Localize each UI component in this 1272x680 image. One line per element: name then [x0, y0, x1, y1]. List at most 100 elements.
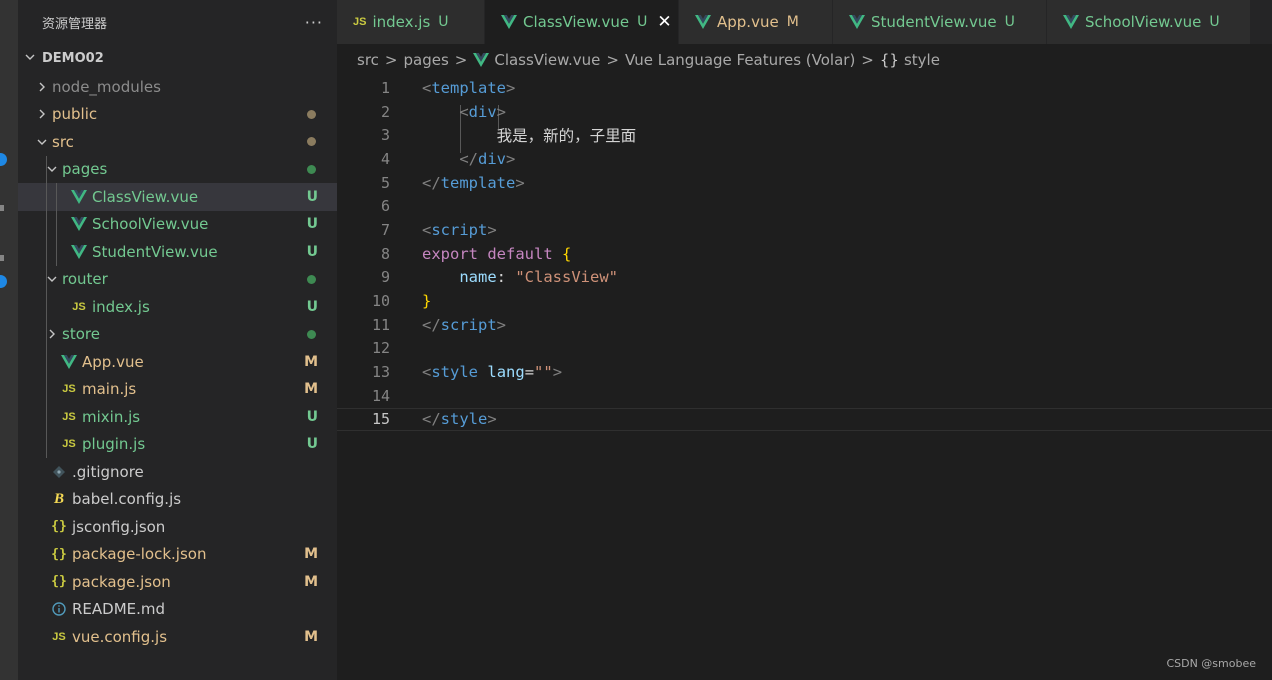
- code-token: :: [496, 268, 516, 287]
- code-token: <: [459, 102, 469, 121]
- activity-bar: [0, 0, 18, 680]
- tree-item-label: ClassView.vue: [92, 187, 199, 206]
- vue-file-icon: [501, 15, 517, 29]
- code-token: template: [431, 78, 506, 97]
- git-status-badge: U: [306, 436, 318, 453]
- tree-item[interactable]: {} jsconfig.json: [18, 513, 337, 541]
- tree-item[interactable]: SchoolView.vue U: [18, 211, 337, 239]
- code-line: 4 </div>: [337, 147, 1272, 171]
- line-number: 2: [380, 102, 390, 121]
- editor-tab[interactable]: StudentView.vue U: [833, 0, 1047, 44]
- git-status-badge: U: [306, 298, 318, 315]
- code-token: >: [496, 102, 507, 121]
- tree-item[interactable]: JS main.js M: [18, 376, 337, 404]
- editor-tabs: JS index.js U ClassView.vue U ✕ App.vue M Studen…: [337, 0, 1272, 44]
- tree-item[interactable]: App.vue M: [18, 348, 337, 376]
- tree-item[interactable]: JS mixin.js U: [18, 403, 337, 431]
- editor-tab[interactable]: App.vue M: [679, 0, 833, 44]
- tree-item[interactable]: JS index.js U: [18, 293, 337, 321]
- editor-tab[interactable]: SchoolView.vue U: [1047, 0, 1251, 44]
- breadcrumb: src > pages > ClassView.vue > Vue Langua…: [337, 44, 1272, 76]
- line-number: 13: [371, 363, 390, 382]
- code-token: <: [422, 363, 432, 382]
- breadcrumb-style[interactable]: style: [904, 51, 940, 69]
- git-status-dot: [307, 274, 316, 284]
- tree-item[interactable]: node_modules: [18, 73, 337, 101]
- breadcrumb-file[interactable]: ClassView.vue: [494, 51, 600, 69]
- code-line: 11 </script>: [337, 313, 1272, 337]
- git-status-badge: U: [306, 188, 318, 205]
- code-line: 1 <template>: [337, 76, 1272, 100]
- code-text: </div>: [422, 150, 515, 168]
- indent-guide: [46, 155, 47, 458]
- tree-item[interactable]: store: [18, 321, 337, 349]
- code-text: <script>: [422, 221, 497, 239]
- tree-item-label: public: [52, 105, 98, 124]
- activity-icon[interactable]: [0, 255, 4, 261]
- notification-badge[interactable]: [0, 153, 7, 166]
- code-token: <: [422, 78, 432, 97]
- workspace-root[interactable]: DEMO02: [18, 44, 337, 73]
- code-editor[interactable]: 1 <template> 2 <div> 3 我是，新的，子里面 4 </div> 5 </…: [337, 76, 1272, 432]
- breadcrumb-separator: >: [454, 51, 468, 69]
- vue-file-icon: [70, 189, 88, 204]
- tree-item[interactable]: router: [18, 266, 337, 294]
- code-line: 5 </template>: [337, 171, 1272, 195]
- code-token: </: [422, 315, 441, 334]
- code-token: div: [478, 149, 506, 168]
- indent-guide: [56, 183, 57, 266]
- tree-item[interactable]: .gitignore: [18, 458, 337, 486]
- chevron-down-icon: [24, 51, 36, 67]
- workspace-root-label: DEMO02: [42, 51, 104, 66]
- line-number: 3: [380, 126, 390, 145]
- code-token: style: [431, 363, 479, 382]
- close-icon[interactable]: ✕: [657, 12, 671, 32]
- tree-item[interactable]: ClassView.vue U: [18, 183, 337, 211]
- tree-item-label: src: [52, 132, 74, 151]
- git-status-badge: M: [304, 353, 318, 370]
- tree-item[interactable]: JS vue.config.js M: [18, 623, 337, 651]
- git-status-badge: U: [306, 216, 318, 233]
- code-line: 10}: [337, 289, 1272, 313]
- tab-status: U: [438, 14, 449, 30]
- breadcrumb-pages[interactable]: pages: [403, 51, 448, 69]
- code-text: </script>: [422, 316, 506, 334]
- tree-item[interactable]: public: [18, 101, 337, 129]
- file-tree: node_modulespublic src pages ClassView.vue U…: [18, 73, 337, 651]
- code-text: </template>: [422, 174, 525, 192]
- tree-item[interactable]: src: [18, 128, 337, 156]
- code-token: script: [431, 220, 488, 239]
- editor-tab[interactable]: JS index.js U: [337, 0, 485, 44]
- tree-item[interactable]: StudentView.vue U: [18, 238, 337, 266]
- tree-item-label: main.js: [82, 380, 137, 399]
- tree-item[interactable]: README.md: [18, 596, 337, 624]
- activity-icon[interactable]: [0, 205, 4, 211]
- breadcrumb-language-features[interactable]: Vue Language Features (Volar): [625, 51, 855, 69]
- line-number: 1: [380, 78, 390, 97]
- vue-file-icon: [1063, 15, 1079, 29]
- tab-label: StudentView.vue: [871, 13, 997, 31]
- tree-item[interactable]: {} package.json M: [18, 568, 337, 596]
- git-status-dot: [307, 329, 316, 339]
- tree-item[interactable]: pages: [18, 156, 337, 184]
- code-text: name: "ClassView": [422, 268, 618, 286]
- notification-badge[interactable]: [0, 275, 7, 288]
- vue-file-icon: [849, 15, 865, 29]
- code-line: 3 我是，新的，子里面: [337, 123, 1272, 147]
- code-line: 9 name: "ClassView": [337, 266, 1272, 290]
- breadcrumb-src[interactable]: src: [357, 51, 379, 69]
- breadcrumb-separator: >: [384, 51, 398, 69]
- tab-label: ClassView.vue: [523, 13, 630, 31]
- code-line: 15 </style>: [337, 407, 1272, 432]
- editor-tab[interactable]: ClassView.vue U ✕: [485, 0, 679, 44]
- tree-item[interactable]: Bbabel.config.js: [18, 486, 337, 514]
- code-token: >: [487, 410, 497, 429]
- tree-item[interactable]: {} package-lock.json M: [18, 541, 337, 569]
- tree-item[interactable]: JS plugin.js U: [18, 431, 337, 459]
- more-actions-icon[interactable]: ···: [305, 13, 323, 32]
- tab-label: App.vue: [717, 13, 779, 31]
- vue-file-icon: [70, 217, 88, 232]
- line-number: 8: [380, 244, 390, 263]
